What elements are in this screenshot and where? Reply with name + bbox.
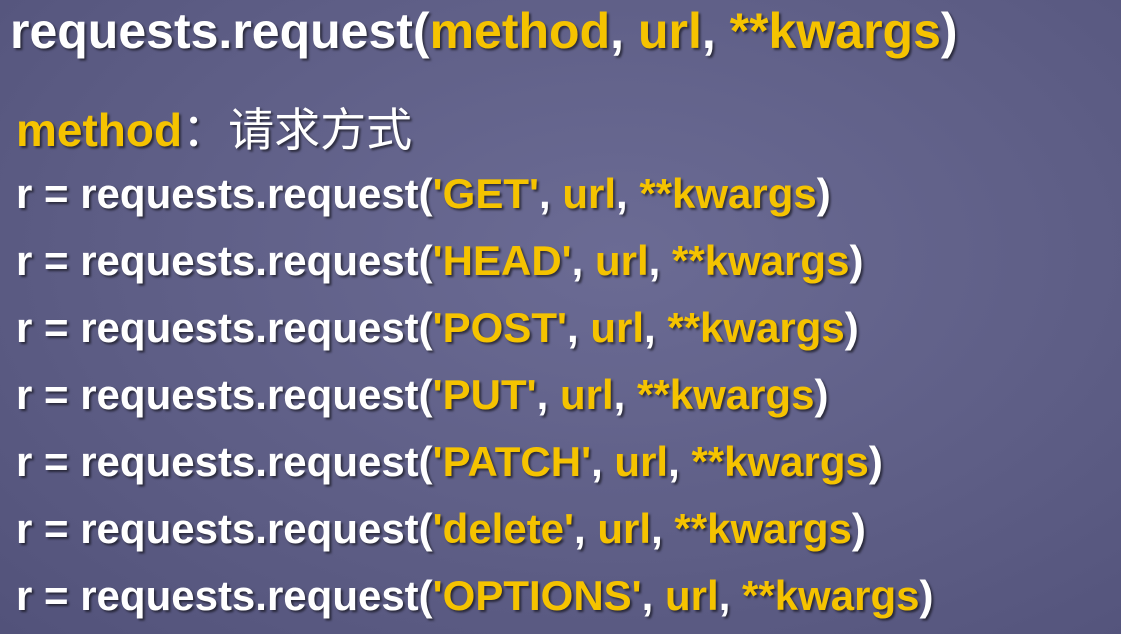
code-url-arg: url — [560, 371, 614, 418]
code-kwargs-arg: **kwargs — [667, 304, 845, 351]
code-separator: , — [651, 505, 675, 552]
code-suffix: ) — [868, 438, 883, 485]
code-suffix: ) — [844, 304, 859, 351]
code-kwargs-arg: **kwargs — [672, 237, 850, 284]
code-line: r = requests.request('PUT', url, **kwarg… — [16, 371, 828, 419]
code-line: r = requests.request('delete', url, **kw… — [16, 505, 866, 553]
code-method-string: 'OPTIONS' — [432, 572, 642, 619]
code-prefix: r = requests.request( — [16, 572, 433, 619]
code-separator: , — [613, 371, 638, 418]
title-separator: , — [701, 3, 730, 59]
code-separator: , — [718, 572, 743, 619]
code-separator: , — [538, 170, 563, 217]
code-suffix: ) — [851, 505, 866, 552]
title-suffix: ) — [940, 3, 958, 59]
code-method-string: 'delete' — [432, 505, 575, 552]
code-method-string: 'POST' — [432, 304, 567, 351]
subtitle-description: 请求方式 — [228, 103, 413, 157]
code-separator: , — [668, 438, 692, 485]
code-prefix: r = requests.request( — [16, 438, 433, 485]
code-separator: , — [574, 505, 598, 552]
subtitle-param: method — [16, 104, 183, 156]
code-url-arg: url — [590, 304, 645, 351]
code-prefix: r = requests.request( — [16, 304, 433, 351]
code-method-string: 'HEAD' — [432, 237, 572, 284]
code-kwargs-arg: **kwargs — [742, 572, 920, 619]
title-separator: , — [610, 3, 638, 59]
code-line: r = requests.request('GET', url, **kwarg… — [16, 170, 831, 218]
code-separator: , — [648, 237, 673, 284]
code-kwargs-arg: **kwargs — [637, 371, 815, 418]
code-suffix: ) — [919, 572, 934, 619]
slide: { "title": { "prefix": "requests.request… — [0, 0, 1121, 634]
code-separator: , — [571, 237, 595, 284]
code-prefix: r = requests.request( — [16, 505, 433, 552]
code-separator: , — [644, 304, 668, 351]
code-method-string: 'PATCH' — [432, 438, 592, 485]
code-method-string: 'PUT' — [432, 371, 537, 418]
code-separator: , — [641, 572, 666, 619]
code-url-arg: url — [665, 572, 719, 619]
code-separator: , — [616, 170, 640, 217]
title-param-kwargs: **kwargs — [729, 3, 941, 59]
code-separator: , — [591, 438, 615, 485]
code-prefix: r = requests.request( — [16, 237, 433, 284]
code-line: r = requests.request('PATCH', url, **kwa… — [16, 438, 883, 486]
code-line: r = requests.request('OPTIONS', url, **k… — [16, 572, 933, 620]
code-prefix: r = requests.request( — [16, 170, 433, 217]
code-line: r = requests.request('POST', url, **kwar… — [16, 304, 859, 352]
code-url-arg: url — [562, 170, 616, 217]
slide-title: requests.request(method, url, **kwargs) — [10, 2, 958, 60]
title-param-url: url — [637, 3, 702, 59]
code-kwargs-arg: **kwargs — [674, 505, 852, 552]
code-separator: , — [536, 371, 560, 418]
code-kwargs-arg: **kwargs — [691, 438, 869, 485]
title-prefix: requests.request( — [10, 3, 430, 59]
code-prefix: r = requests.request( — [16, 371, 433, 418]
code-kwargs-arg: **kwargs — [639, 170, 817, 217]
title-param-method: method — [429, 3, 611, 59]
code-separator: , — [567, 304, 591, 351]
code-method-string: 'GET' — [432, 170, 539, 217]
subtitle-colon: ： — [182, 103, 229, 157]
code-line: r = requests.request('HEAD', url, **kwar… — [16, 237, 863, 285]
code-suffix: ) — [816, 170, 831, 217]
code-url-arg: url — [595, 237, 649, 284]
code-url-arg: url — [614, 438, 669, 485]
code-url-arg: url — [597, 505, 652, 552]
code-suffix: ) — [849, 237, 864, 284]
code-suffix: ) — [814, 371, 829, 418]
slide-subtitle: method：请求方式 — [16, 94, 412, 160]
